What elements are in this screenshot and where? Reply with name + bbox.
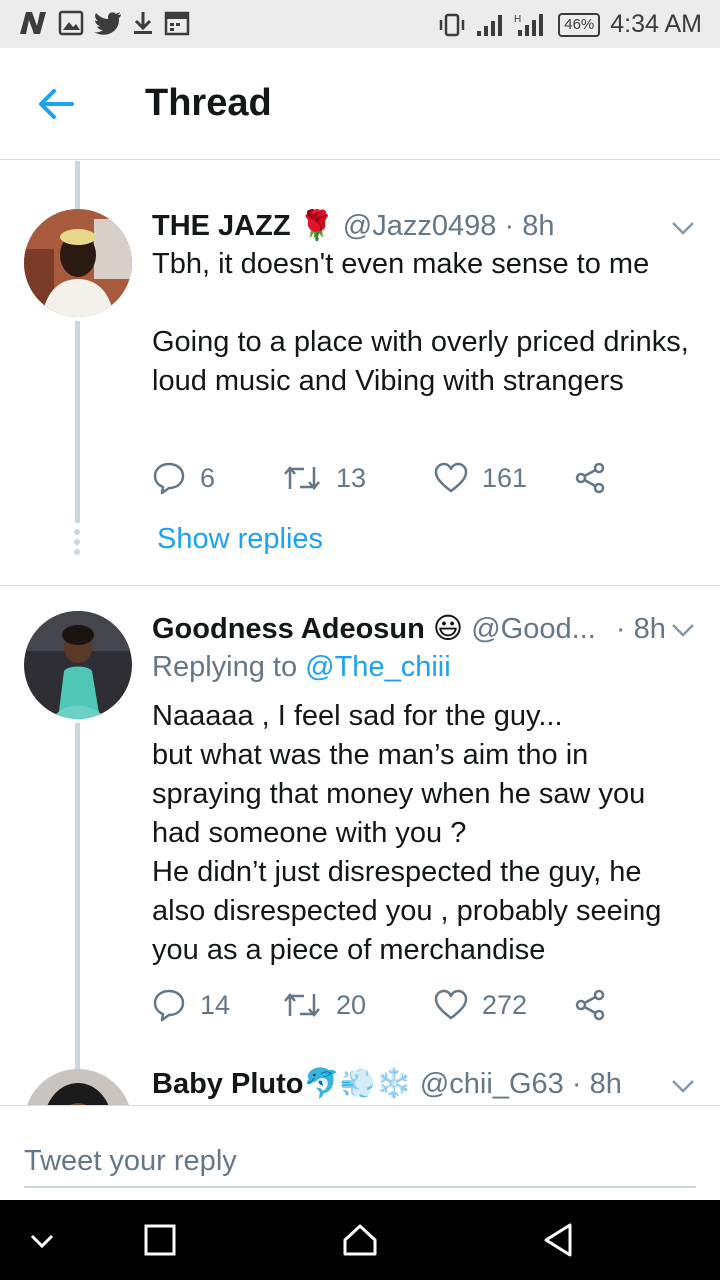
status-bar-notifications: [18, 10, 190, 36]
replying-to-mention[interactable]: @The_chiii: [305, 651, 451, 683]
avatar[interactable]: [24, 611, 132, 719]
status-bar: H 46% 4:34 AM: [0, 0, 720, 48]
recents-icon[interactable]: [140, 1220, 180, 1260]
author-name[interactable]: THE JAZZ: [152, 210, 291, 242]
calendar-icon: [164, 11, 190, 36]
reply-action[interactable]: 6: [152, 461, 282, 495]
tweet-actions: 6 13 161: [152, 461, 606, 495]
retweet-icon: [284, 466, 320, 490]
system-nav-bar: [0, 1200, 720, 1280]
reply-composer: [0, 1105, 720, 1200]
avatar[interactable]: [24, 209, 132, 317]
retweet-action[interactable]: 20: [282, 990, 434, 1021]
tweet-time: 8h: [589, 1068, 622, 1100]
show-replies-link[interactable]: Show replies: [157, 523, 323, 556]
thread-continuation-dots: [74, 529, 81, 559]
like-count: 272: [482, 989, 528, 1020]
download-icon: [134, 12, 152, 34]
reply-count: 6: [200, 462, 216, 493]
like-action[interactable]: 161: [434, 462, 574, 494]
reply-input[interactable]: [24, 1136, 696, 1188]
like-action[interactable]: 272: [434, 989, 574, 1021]
replying-to: Replying to @The_chiii: [152, 651, 451, 684]
retweet-action[interactable]: 13: [282, 463, 434, 494]
reply-action[interactable]: 14: [152, 988, 282, 1022]
avatar[interactable]: [24, 1069, 132, 1105]
author-emoji: 🌹: [298, 210, 335, 242]
author-emoji: 😃: [432, 613, 464, 645]
reply-count: 14: [200, 989, 231, 1020]
thread-line: [75, 723, 80, 1069]
chevron-down-icon[interactable]: [670, 617, 696, 643]
svg-text:H: H: [514, 14, 521, 25]
tweet-text: Tbh, it doesn't even make sense to me Go…: [152, 248, 689, 397]
twitter-icon: [94, 12, 121, 35]
author-handle[interactable]: @Jazz0498: [343, 210, 497, 242]
signal-icon: [477, 14, 503, 36]
author-handle[interactable]: @Good...: [471, 613, 596, 645]
replying-to-label: Replying to: [152, 651, 298, 683]
image-icon: [58, 10, 84, 36]
like-count: 161: [482, 462, 528, 493]
reply-icon: [153, 989, 185, 1022]
thread-content[interactable]: THE JAZZ 🌹 @Jazz0498 · 8h Tbh, it doesn'…: [0, 161, 720, 1105]
retweet-icon: [284, 993, 320, 1017]
thread-line: [75, 161, 80, 209]
chevron-down-icon[interactable]: [670, 215, 696, 241]
author-emoji: 🐬💨❄️: [303, 1068, 412, 1100]
page-title: Thread: [145, 82, 272, 124]
clock: 4:34 AM: [610, 10, 702, 38]
retweet-count: 20: [336, 989, 367, 1020]
tweet-meta: Goodness Adeosun 😃 @Good... · 8h: [152, 613, 666, 645]
author-name[interactable]: Baby Pluto: [152, 1068, 303, 1100]
share-icon[interactable]: [574, 989, 606, 1021]
heart-icon: [434, 462, 468, 493]
share-icon[interactable]: [574, 462, 606, 494]
tweet-meta: Baby Pluto🐬💨❄️ @chii_G63 · 8h: [152, 1068, 622, 1100]
tweet-time: 8h: [522, 210, 555, 242]
divider: [0, 585, 720, 586]
app-header: Thread: [0, 48, 720, 160]
retweet-count: 13: [336, 462, 367, 493]
signal-h-icon: H: [514, 13, 544, 36]
tweet-actions: 14 20 272: [152, 988, 606, 1022]
back-arrow-icon[interactable]: [36, 82, 80, 126]
battery-indicator: 46%: [558, 12, 601, 37]
status-bar-system: H 46% 4:34 AM: [438, 10, 702, 39]
thread-line: [75, 321, 80, 523]
tweet-meta: THE JAZZ 🌹 @Jazz0498 · 8h: [152, 210, 555, 242]
reply-icon: [153, 462, 185, 495]
home-icon[interactable]: [340, 1220, 380, 1260]
heart-icon: [434, 989, 468, 1020]
chevron-down-icon[interactable]: [22, 1220, 62, 1260]
author-handle[interactable]: @chii_G63: [420, 1068, 564, 1100]
author-name[interactable]: Goodness Adeosun: [152, 613, 425, 645]
chevron-down-icon[interactable]: [670, 1073, 696, 1099]
tweet-text: Naaaaa , I feel sad for the guy... but w…: [152, 700, 662, 966]
tweet-time: 8h: [633, 613, 666, 645]
n-icon: [20, 12, 46, 34]
vibrate-icon: [439, 13, 465, 36]
back-icon[interactable]: [540, 1220, 580, 1260]
